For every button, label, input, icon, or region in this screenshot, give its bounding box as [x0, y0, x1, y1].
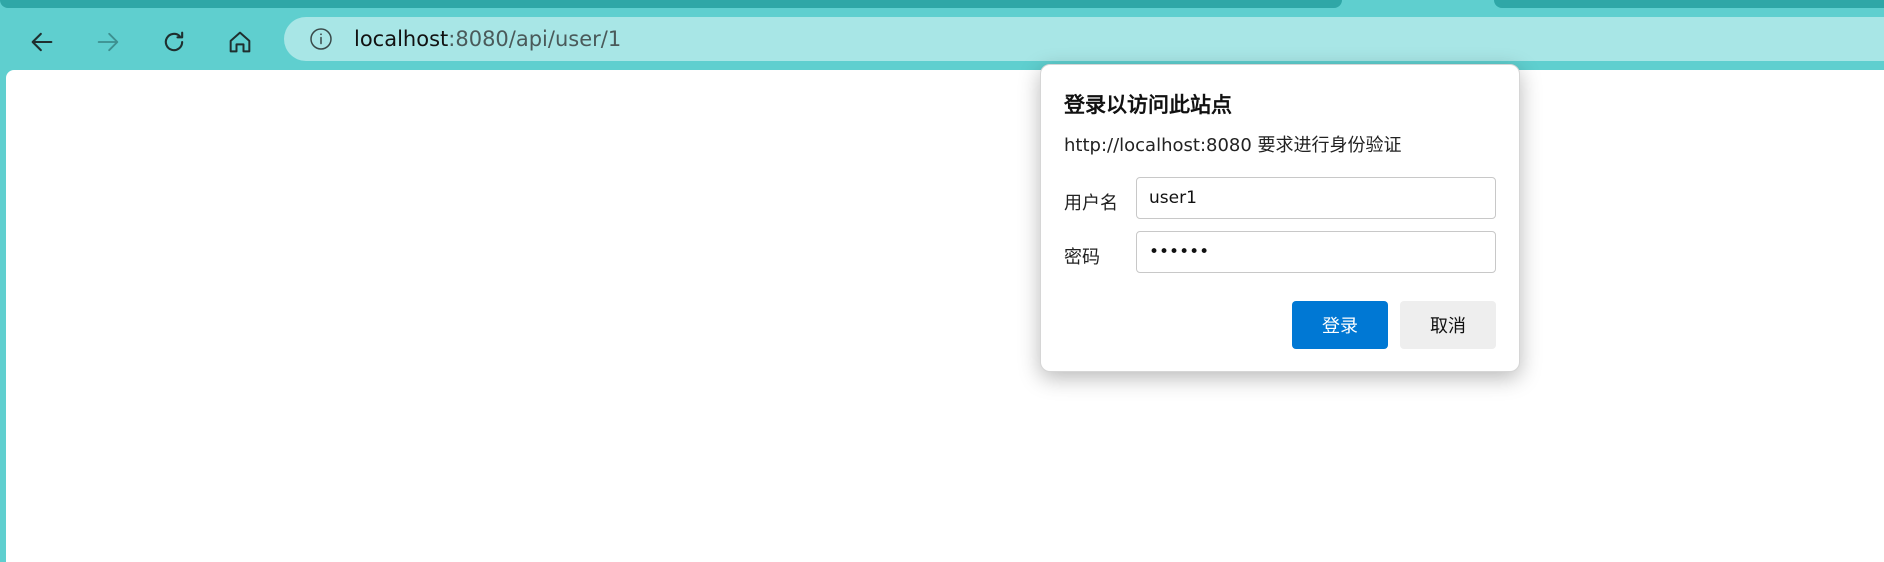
- dialog-title: 登录以访问此站点: [1064, 93, 1232, 117]
- username-field[interactable]: [1136, 177, 1496, 219]
- username-label: 用户名: [1064, 193, 1118, 214]
- tab-strip-right: [1494, 0, 1884, 8]
- auth-dialog: 登录以访问此站点 http://localhost:8080 要求进行身份验证 …: [1040, 64, 1520, 372]
- arrow-right-icon: [97, 32, 119, 52]
- dialog-message: http://localhost:8080 要求进行身份验证: [1064, 135, 1402, 156]
- back-button[interactable]: [22, 22, 62, 62]
- url-path: :8080/api/user/1: [448, 27, 622, 51]
- login-button[interactable]: 登录: [1292, 301, 1388, 349]
- refresh-button[interactable]: [154, 22, 194, 62]
- address-bar[interactable]: localhost:8080/api/user/1: [284, 17, 1884, 61]
- home-button[interactable]: [220, 22, 260, 62]
- page-content: [6, 70, 1884, 562]
- tab-strip-left: [0, 0, 1342, 8]
- password-field[interactable]: [1136, 231, 1496, 273]
- arrow-left-icon: [31, 32, 53, 52]
- url-host: localhost: [354, 27, 449, 51]
- info-circle-icon[interactable]: [308, 26, 334, 52]
- password-label: 密码: [1064, 247, 1100, 268]
- url-text[interactable]: localhost:8080/api/user/1: [354, 27, 621, 51]
- home-icon: [229, 31, 251, 53]
- cancel-button[interactable]: 取消: [1400, 301, 1496, 349]
- refresh-icon: [164, 31, 184, 52]
- forward-button[interactable]: [88, 22, 128, 62]
- browser-toolbar: localhost:8080/api/user/1: [0, 8, 1884, 70]
